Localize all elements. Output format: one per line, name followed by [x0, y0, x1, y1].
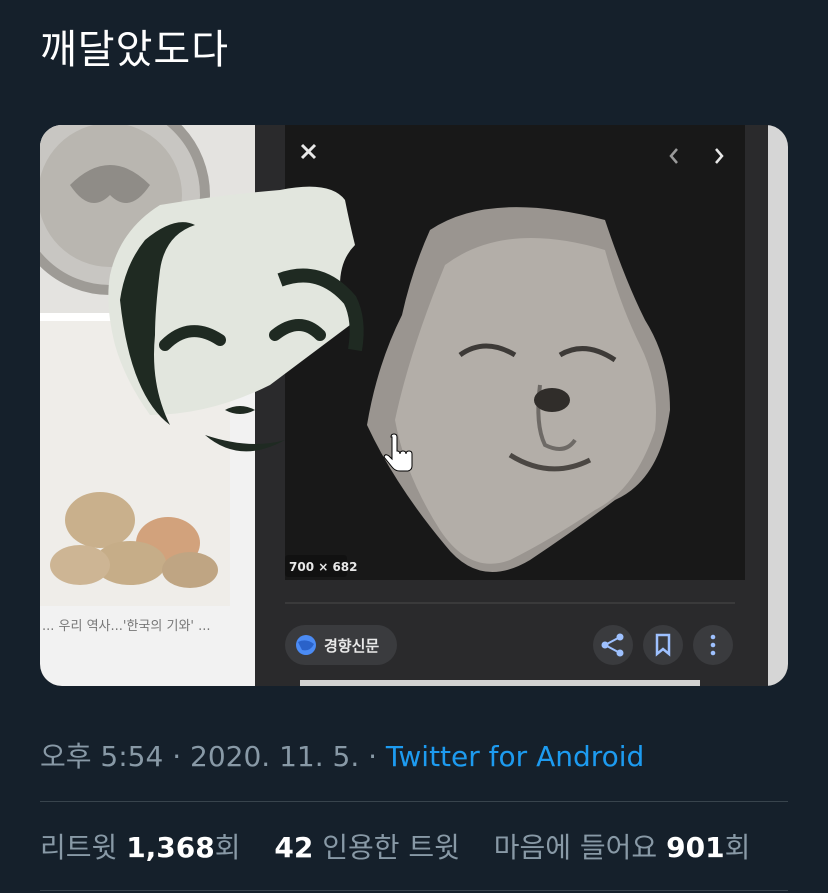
quotes-count: 42	[274, 831, 314, 864]
tweet-date[interactable]: 2020. 11. 5.	[190, 740, 359, 773]
meta-separator: ·	[163, 740, 191, 773]
more-vertical-icon[interactable]	[693, 625, 733, 665]
svg-text:경향신문: 경향신문	[324, 637, 379, 655]
quotes-stat[interactable]: 42 인용한 트윗	[274, 831, 460, 864]
divider	[40, 801, 788, 802]
tweet-time[interactable]: 오후 5:54	[40, 740, 163, 773]
retweets-count: 1,368	[126, 831, 215, 864]
share-icon[interactable]	[593, 625, 633, 665]
divider	[40, 890, 788, 891]
retweets-stat[interactable]: 리트윗 1,368회	[40, 831, 241, 864]
tweet-photo[interactable]: ... 우리 역사...'한국의 기와' ... 700 × 682 경향신문	[40, 125, 788, 686]
likes-count: 901	[666, 831, 725, 864]
tweet-meta: 오후 5:54 · 2020. 11. 5. · Twitter for And…	[40, 735, 644, 775]
tweet-stats: 리트윗 1,368회 42 인용한 트윗 마음에 들어요 901회	[40, 826, 750, 866]
svg-text:700 × 682: 700 × 682	[289, 560, 358, 574]
source-chip[interactable]: 경향신문	[285, 625, 397, 665]
meta-separator: ·	[359, 740, 386, 773]
left-caption: ... 우리 역사...'한국의 기와' ...	[42, 619, 211, 634]
likes-stat[interactable]: 마음에 들어요 901회	[494, 831, 751, 864]
bookmark-icon[interactable]	[643, 625, 683, 665]
tweet-text: 깨달았도다	[40, 27, 229, 73]
tweet-source-link[interactable]: Twitter for Android	[386, 740, 644, 773]
